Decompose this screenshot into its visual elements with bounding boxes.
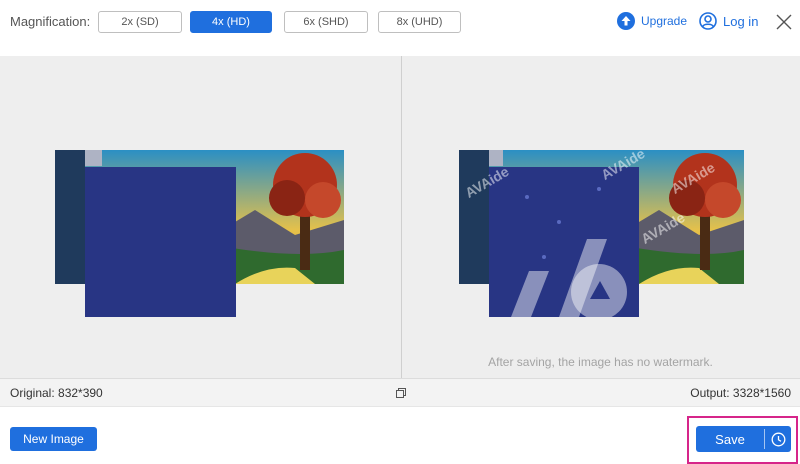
clock-icon bbox=[771, 432, 785, 446]
upgrade-label: Upgrade bbox=[641, 14, 688, 28]
new-image-button[interactable]: New Image bbox=[10, 427, 97, 451]
original-size: Original: 832*390 bbox=[10, 386, 103, 400]
upgrade-link[interactable]: Upgrade bbox=[617, 12, 687, 30]
preview-area: AVAide AVAide AVAide AVAide After saving… bbox=[0, 56, 800, 378]
magnification-8x-button[interactable]: 8x (UHD) bbox=[378, 11, 461, 33]
login-link[interactable]: Log in bbox=[699, 12, 758, 30]
history-button[interactable] bbox=[765, 432, 791, 447]
bottom-bar: New Image Save bbox=[0, 407, 800, 464]
magnification-2x-button[interactable]: 2x (SD) bbox=[98, 11, 182, 33]
no-watermark-note: After saving, the image has no watermark… bbox=[488, 355, 713, 369]
magnification-label: Magnification: bbox=[10, 14, 91, 29]
login-label: Log in bbox=[723, 13, 759, 29]
magnification-6x-button[interactable]: 6x (SHD) bbox=[284, 11, 368, 33]
original-overlay-patch bbox=[85, 167, 236, 317]
info-bar: Original: 832*390 Output: 3328*1560 bbox=[0, 378, 800, 407]
preview-divider bbox=[401, 56, 402, 378]
save-button-group: Save bbox=[696, 426, 791, 452]
user-icon bbox=[699, 12, 717, 30]
watermark-logo-icon bbox=[511, 187, 627, 317]
upgrade-icon bbox=[617, 12, 635, 30]
output-size: Output: 3328*1560 bbox=[690, 386, 791, 400]
close-icon[interactable] bbox=[775, 13, 793, 31]
save-button[interactable]: Save bbox=[696, 432, 764, 447]
compare-icon[interactable] bbox=[396, 388, 406, 398]
top-bar: Magnification: 2x (SD) 4x (HD) 6x (SHD) … bbox=[0, 0, 800, 56]
magnification-4x-button[interactable]: 4x (HD) bbox=[190, 11, 272, 33]
output-overlay-patch bbox=[489, 167, 639, 317]
